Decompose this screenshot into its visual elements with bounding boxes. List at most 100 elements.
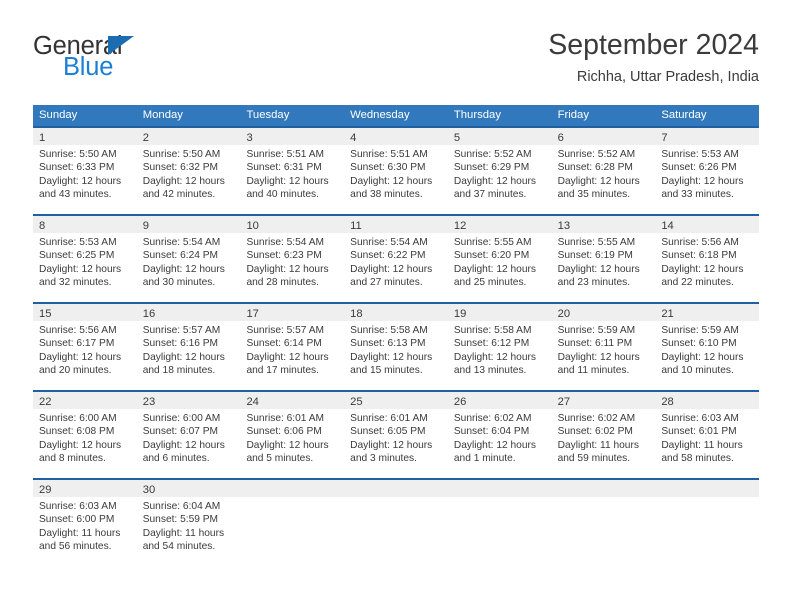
calendar-day-cell[interactable]: 30 Sunrise: 6:04 AM Sunset: 5:59 PM Dayl… — [136, 480, 241, 566]
daylight-text-line1: Daylight: 11 hours — [557, 439, 639, 451]
day-number-band: 3 — [240, 128, 345, 145]
calendar-day-cell[interactable]: 5 Sunrise: 5:52 AM Sunset: 6:29 PM Dayli… — [447, 128, 552, 214]
sunrise-text: Sunrise: 5:52 AM — [453, 149, 532, 160]
day-number: 12 — [453, 220, 467, 232]
daylight-text-line2: and 32 minutes. — [39, 276, 112, 288]
day-number: 4 — [350, 132, 357, 144]
day-number-band: 21 — [655, 304, 760, 321]
day-number-band: 26 — [447, 392, 552, 409]
daylight-text-line2: and 42 minutes. — [142, 188, 216, 200]
daylight-text-line1: Daylight: 12 hours — [350, 175, 433, 187]
sunset-text: Sunset: 6:04 PM — [453, 426, 530, 438]
day-number-band: 10 — [240, 216, 345, 233]
day-number: 15 — [39, 308, 52, 320]
calendar-day-cell[interactable]: 28 Sunrise: 6:03 AM Sunset: 6:01 PM Dayl… — [655, 392, 760, 478]
calendar-day-cell[interactable]: 11 Sunrise: 5:54 AM Sunset: 6:22 PM Dayl… — [344, 216, 448, 302]
sunrise-text: Sunrise: 6:03 AM — [39, 501, 117, 512]
day-number-band: 5 — [447, 128, 552, 145]
day-details: Sunrise: 5:57 AM Sunset: 6:16 PM Dayligh… — [137, 321, 241, 377]
calendar-day-cell[interactable]: 27 Sunrise: 6:02 AM Sunset: 6:02 PM Dayl… — [551, 392, 656, 478]
day-details: Sunrise: 5:54 AM Sunset: 6:24 PM Dayligh… — [137, 233, 241, 289]
daylight-text-line2: and 25 minutes. — [453, 276, 527, 288]
calendar-day-cell[interactable]: 8 Sunrise: 5:53 AM Sunset: 6:25 PM Dayli… — [33, 216, 137, 302]
sunrise-text: Sunrise: 5:52 AM — [557, 149, 636, 160]
page-title: September 2024 — [548, 29, 759, 61]
title-block: September 2024 Richha, Uttar Pradesh, In… — [548, 29, 759, 86]
daylight-text-line1: Daylight: 12 hours — [661, 175, 744, 187]
calendar-day-cell[interactable]: 10 Sunrise: 5:54 AM Sunset: 6:23 PM Dayl… — [240, 216, 345, 302]
calendar-day-cell[interactable]: 13 Sunrise: 5:55 AM Sunset: 6:19 PM Dayl… — [551, 216, 656, 302]
day-number-band: 9 — [136, 216, 241, 233]
daylight-text-line2: and 30 minutes. — [142, 276, 216, 288]
calendar-day-cell[interactable]: 19 Sunrise: 5:58 AM Sunset: 6:12 PM Dayl… — [447, 304, 552, 390]
day-details: Sunrise: 5:55 AM Sunset: 6:20 PM Dayligh… — [448, 233, 552, 289]
calendar-day-cell[interactable]: 29 Sunrise: 6:03 AM Sunset: 6:00 PM Dayl… — [33, 480, 137, 566]
calendar-day-cell[interactable]: 14 Sunrise: 5:56 AM Sunset: 6:18 PM Dayl… — [655, 216, 760, 302]
calendar-day-cell[interactable]: 26 Sunrise: 6:02 AM Sunset: 6:04 PM Dayl… — [447, 392, 552, 478]
daylight-text-line1: Daylight: 12 hours — [453, 351, 536, 363]
calendar-day-cell[interactable]: 9 Sunrise: 5:54 AM Sunset: 6:24 PM Dayli… — [136, 216, 241, 302]
sunrise-text: Sunrise: 5:50 AM — [142, 149, 221, 160]
daylight-text-line1: Daylight: 12 hours — [350, 263, 433, 275]
calendar-day-cell[interactable]: 12 Sunrise: 5:55 AM Sunset: 6:20 PM Dayl… — [447, 216, 552, 302]
daylight-text-line1: Daylight: 12 hours — [557, 351, 640, 363]
sunrise-text: Sunrise: 5:56 AM — [39, 325, 117, 336]
daylight-text-line2: and 1 minute. — [453, 452, 516, 464]
daylight-text-line2: and 8 minutes. — [39, 452, 106, 464]
calendar-day-cell[interactable]: 23 Sunrise: 6:00 AM Sunset: 6:07 PM Dayl… — [136, 392, 241, 478]
day-number-band: 22 — [33, 392, 137, 409]
daylight-text-line2: and 40 minutes. — [246, 188, 319, 200]
sunset-text: Sunset: 6:28 PM — [557, 162, 633, 174]
calendar-day-cell[interactable]: 1 Sunrise: 5:50 AM Sunset: 6:33 PM Dayli… — [33, 128, 137, 214]
day-details: Sunrise: 5:58 AM Sunset: 6:12 PM Dayligh… — [448, 321, 552, 377]
daylight-text-line1: Daylight: 12 hours — [246, 175, 329, 187]
calendar-day-cell[interactable]: 17 Sunrise: 5:57 AM Sunset: 6:14 PM Dayl… — [240, 304, 345, 390]
sunrise-text: Sunrise: 5:50 AM — [39, 149, 117, 160]
daylight-text-line1: Daylight: 11 hours — [39, 527, 121, 539]
calendar-day-cell[interactable]: 18 Sunrise: 5:58 AM Sunset: 6:13 PM Dayl… — [344, 304, 448, 390]
calendar-day-cell[interactable]: 25 Sunrise: 6:01 AM Sunset: 6:05 PM Dayl… — [344, 392, 448, 478]
day-number: 18 — [350, 308, 363, 320]
weekday-header-friday: Friday — [557, 109, 589, 121]
day-number-band: 17 — [240, 304, 345, 321]
daylight-text-line1: Daylight: 12 hours — [246, 351, 329, 363]
location-subtitle: Richha, Uttar Pradesh, India — [576, 69, 759, 86]
weekday-header-tuesday: Tuesday — [246, 109, 290, 121]
calendar-day-cell[interactable]: 4 Sunrise: 5:51 AM Sunset: 6:30 PM Dayli… — [344, 128, 448, 214]
daylight-text-line2: and 37 minutes. — [453, 188, 527, 200]
calendar-day-cell[interactable]: 24 Sunrise: 6:01 AM Sunset: 6:06 PM Dayl… — [240, 392, 345, 478]
daylight-text-line1: Daylight: 12 hours — [246, 439, 329, 451]
daylight-text-line2: and 17 minutes. — [246, 364, 319, 376]
day-details: Sunrise: 5:53 AM Sunset: 6:26 PM Dayligh… — [655, 145, 759, 201]
sunset-text: Sunset: 6:30 PM — [350, 162, 426, 174]
sunset-text: Sunset: 6:29 PM — [453, 162, 530, 174]
daylight-text-line2: and 6 minutes. — [142, 452, 210, 464]
calendar-day-cell-empty — [551, 480, 656, 566]
day-number-band: 6 — [551, 128, 656, 145]
day-number: 7 — [661, 132, 668, 144]
calendar-day-cell[interactable]: 6 Sunrise: 5:52 AM Sunset: 6:28 PM Dayli… — [551, 128, 656, 214]
sunrise-text: Sunrise: 6:02 AM — [557, 413, 636, 424]
sunset-text: Sunset: 6:32 PM — [142, 162, 219, 174]
weekday-header-thursday: Thursday — [453, 109, 501, 121]
day-number: 1 — [39, 132, 46, 144]
daylight-text-line1: Daylight: 12 hours — [39, 439, 122, 451]
calendar-day-cell[interactable]: 22 Sunrise: 6:00 AM Sunset: 6:08 PM Dayl… — [33, 392, 137, 478]
daylight-text-line2: and 23 minutes. — [557, 276, 631, 288]
day-details: Sunrise: 6:03 AM Sunset: 6:01 PM Dayligh… — [655, 409, 759, 465]
calendar-day-cell[interactable]: 20 Sunrise: 5:59 AM Sunset: 6:11 PM Dayl… — [551, 304, 656, 390]
calendar-day-cell[interactable]: 2 Sunrise: 5:50 AM Sunset: 6:32 PM Dayli… — [136, 128, 241, 214]
calendar-day-cell[interactable]: 3 Sunrise: 5:51 AM Sunset: 6:31 PM Dayli… — [240, 128, 345, 214]
sunrise-text: Sunrise: 5:51 AM — [246, 149, 325, 160]
day-details: Sunrise: 5:55 AM Sunset: 6:19 PM Dayligh… — [552, 233, 656, 289]
daylight-text-line2: and 43 minutes. — [39, 188, 112, 200]
daylight-text-line1: Daylight: 12 hours — [453, 175, 536, 187]
daylight-text-line1: Daylight: 12 hours — [350, 439, 433, 451]
day-details: Sunrise: 6:04 AM Sunset: 5:59 PM Dayligh… — [137, 497, 241, 553]
day-number: 8 — [39, 220, 46, 232]
calendar-day-cell[interactable]: 16 Sunrise: 5:57 AM Sunset: 6:16 PM Dayl… — [136, 304, 241, 390]
day-details: Sunrise: 5:56 AM Sunset: 6:17 PM Dayligh… — [33, 321, 137, 377]
calendar-day-cell[interactable]: 21 Sunrise: 5:59 AM Sunset: 6:10 PM Dayl… — [655, 304, 760, 390]
calendar-day-cell[interactable]: 15 Sunrise: 5:56 AM Sunset: 6:17 PM Dayl… — [33, 304, 137, 390]
calendar-day-cell[interactable]: 7 Sunrise: 5:53 AM Sunset: 6:26 PM Dayli… — [655, 128, 760, 214]
